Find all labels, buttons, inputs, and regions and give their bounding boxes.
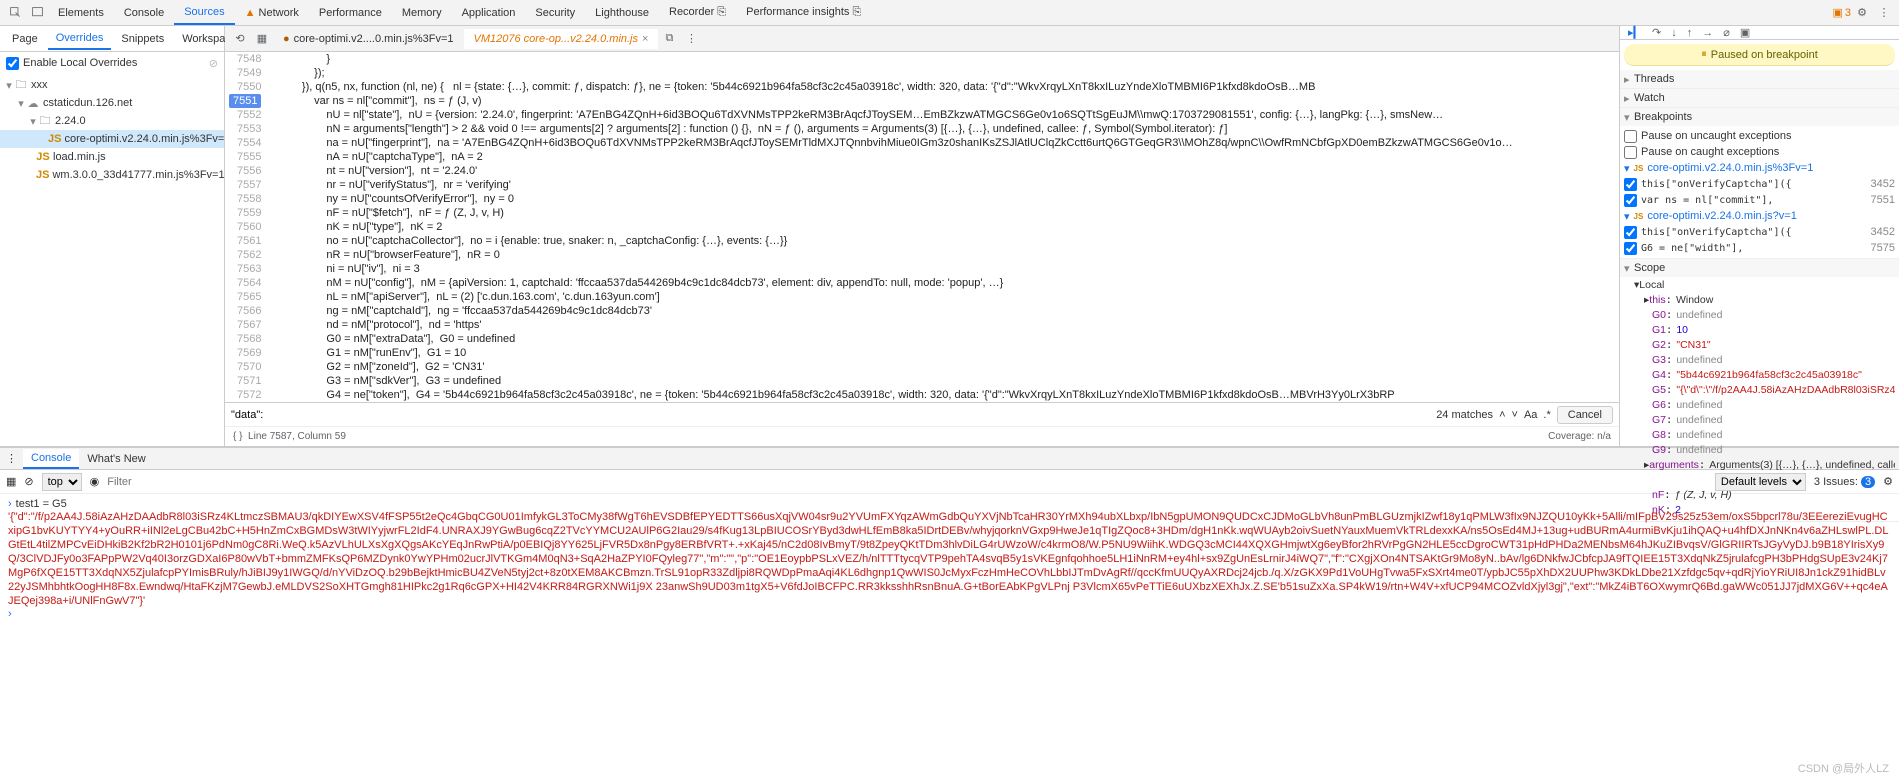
inspect-icon[interactable] [4,2,26,24]
levels-select[interactable]: Default levels [1715,473,1806,491]
resume-icon[interactable]: ▸▎ [1628,26,1642,39]
drawer-more-icon[interactable]: ⋮ [0,452,23,465]
watermark: CSDN @局外人LZ [1798,760,1889,776]
tab-security[interactable]: Security [525,2,585,24]
tree-host[interactable]: ▾☁cstaticdun.126.net [0,94,224,112]
history-icon[interactable]: ⟲ [229,32,251,45]
tab-application[interactable]: Application [452,2,526,24]
scope-var: G5: "{\"d\":\"/f/p2AA4J.58iAzAHzDAAdbR8l… [1624,384,1895,399]
drawer-whatsnew[interactable]: What's New [79,450,153,468]
coverage: Coverage: n/a [1548,431,1611,442]
regex[interactable]: .* [1543,409,1550,421]
scope-var: G9: undefined [1624,444,1895,459]
console-output: '{"d":"/f/p2AA4J.58iAzAHzDAAdbR8l03iSRz4… [8,510,1891,608]
tab-recorder[interactable]: Recorder ⎘ [659,1,736,24]
tab-sources[interactable]: Sources [174,1,234,25]
tab-network[interactable]: ▲ Network [235,2,309,24]
file-tab-1[interactable]: VM12076 core-op...v2.24.0.min.js× [464,29,659,49]
scope-var: G3: undefined [1624,354,1895,369]
disable-icon[interactable]: ⊘ [209,57,218,70]
sec-scope[interactable]: ▾Scope [1620,259,1899,277]
tree-folder[interactable]: ▾🗀2.24.0 [0,112,224,130]
eye-icon[interactable]: ◉ [90,475,100,488]
tab-elements[interactable]: Elements [48,2,114,24]
search-input[interactable] [231,409,1430,421]
bp-item[interactable]: G6 = ne["width"],7575 [1624,240,1895,256]
bp-item[interactable]: this["onVerifyCaptcha"]({3452 [1624,224,1895,240]
open-new-icon[interactable]: ⧉ [658,32,680,45]
console-input-line: test1 = G5 [16,498,67,510]
scope-var: G0: undefined [1624,309,1895,324]
search-next[interactable]: ˅ [1512,409,1518,421]
device-icon[interactable] [26,2,48,24]
more-icon[interactable]: ⋮ [1873,2,1895,24]
tree-file-2[interactable]: JSwm.3.0.0_33d41777.min.js%3Fv=1 [0,166,224,184]
console-prompt[interactable]: › [8,608,12,620]
sec-watch[interactable]: ▸Watch [1620,89,1899,107]
filter-input[interactable] [107,476,1707,488]
pause-ex-icon[interactable]: ▣ [1740,26,1750,39]
tab-console[interactable]: Console [114,2,174,24]
search-matches: 24 matches [1436,409,1493,421]
settings-icon[interactable]: ⚙ [1883,475,1893,488]
console-sidebar-icon[interactable]: ▦ [6,475,16,488]
scope-var: G6: undefined [1624,399,1895,414]
scope-var: G7: undefined [1624,414,1895,429]
bp-file[interactable]: ▾JScore-optimi.v2.24.0.min.js%3Fv=1 [1624,160,1895,176]
issues-text[interactable]: 3 Issues: 3 [1814,476,1875,488]
step-over-icon[interactable]: ↷ [1652,26,1661,39]
drawer-console[interactable]: Console [23,449,79,469]
tab-performance[interactable]: Performance [309,2,392,24]
cancel-button[interactable]: Cancel [1557,406,1613,424]
tree-file-1[interactable]: JSload.min.js [0,148,224,166]
enable-overrides-label: Enable Local Overrides [23,57,137,69]
sec-threads[interactable]: ▸Threads [1620,70,1899,88]
paused-banner: ⏸Paused on breakpoint [1624,44,1895,66]
scope-var: G1: 10 [1624,324,1895,339]
clear-console-icon[interactable]: ⊘ [24,475,33,488]
enable-overrides-checkbox[interactable] [6,57,19,70]
tab-memory[interactable]: Memory [392,2,452,24]
subtab-page[interactable]: Page [4,29,46,49]
settings-icon[interactable]: ⚙ [1851,2,1873,24]
bp-file[interactable]: ▾JScore-optimi.v2.24.0.min.js?v=1 [1624,208,1895,224]
close-icon[interactable]: × [642,33,648,45]
scope-var: G2: "CN31" [1624,339,1895,354]
file-tab-0[interactable]: ●core-optimi.v2....0.min.js%3Fv=1 [273,29,464,49]
deactivate-bp-icon[interactable]: ⌀ [1723,26,1730,39]
braces-icon[interactable]: { } [233,431,242,442]
tab-perfinsights[interactable]: Performance insights ⎘ [736,1,871,24]
bp-item[interactable]: this["onVerifyCaptcha"]({3452 [1624,176,1895,192]
subtab-snippets[interactable]: Snippets [113,29,172,49]
cursor-pos: Line 7587, Column 59 [248,431,346,442]
step-into-icon[interactable]: ↓ [1671,27,1677,39]
step-icon[interactable]: → [1702,27,1713,39]
tab-lighthouse[interactable]: Lighthouse [585,2,659,24]
scope-var: G4: "5b44c6921b964fa58cf3c2c45a03918c" [1624,369,1895,384]
search-prev[interactable]: ˄ [1499,409,1505,421]
scope-var: G8: undefined [1624,429,1895,444]
context-select[interactable]: top [42,473,82,491]
more-icon[interactable]: ⋮ [680,32,702,45]
issues-badge[interactable]: ▣ 3 [1832,6,1851,19]
pause-uncaught[interactable] [1624,130,1637,143]
pause-caught[interactable] [1624,146,1637,159]
subtab-overrides[interactable]: Overrides [48,28,112,50]
tree-root[interactable]: ▾🗀xxx [0,76,224,94]
sec-breakpoints[interactable]: ▾Breakpoints [1620,108,1899,126]
file-icon[interactable]: ▦ [251,32,273,45]
match-case[interactable]: Aa [1524,409,1537,421]
tree-file-0[interactable]: JScore-optimi.v2.24.0.min.js%3Fv=1 [0,130,224,148]
step-out-icon[interactable]: ↑ [1687,27,1693,39]
scope-var: nF: ƒ (Z, J, v, H) [1624,489,1895,504]
bp-item[interactable]: var ns = nl["commit"],7551 [1624,192,1895,208]
